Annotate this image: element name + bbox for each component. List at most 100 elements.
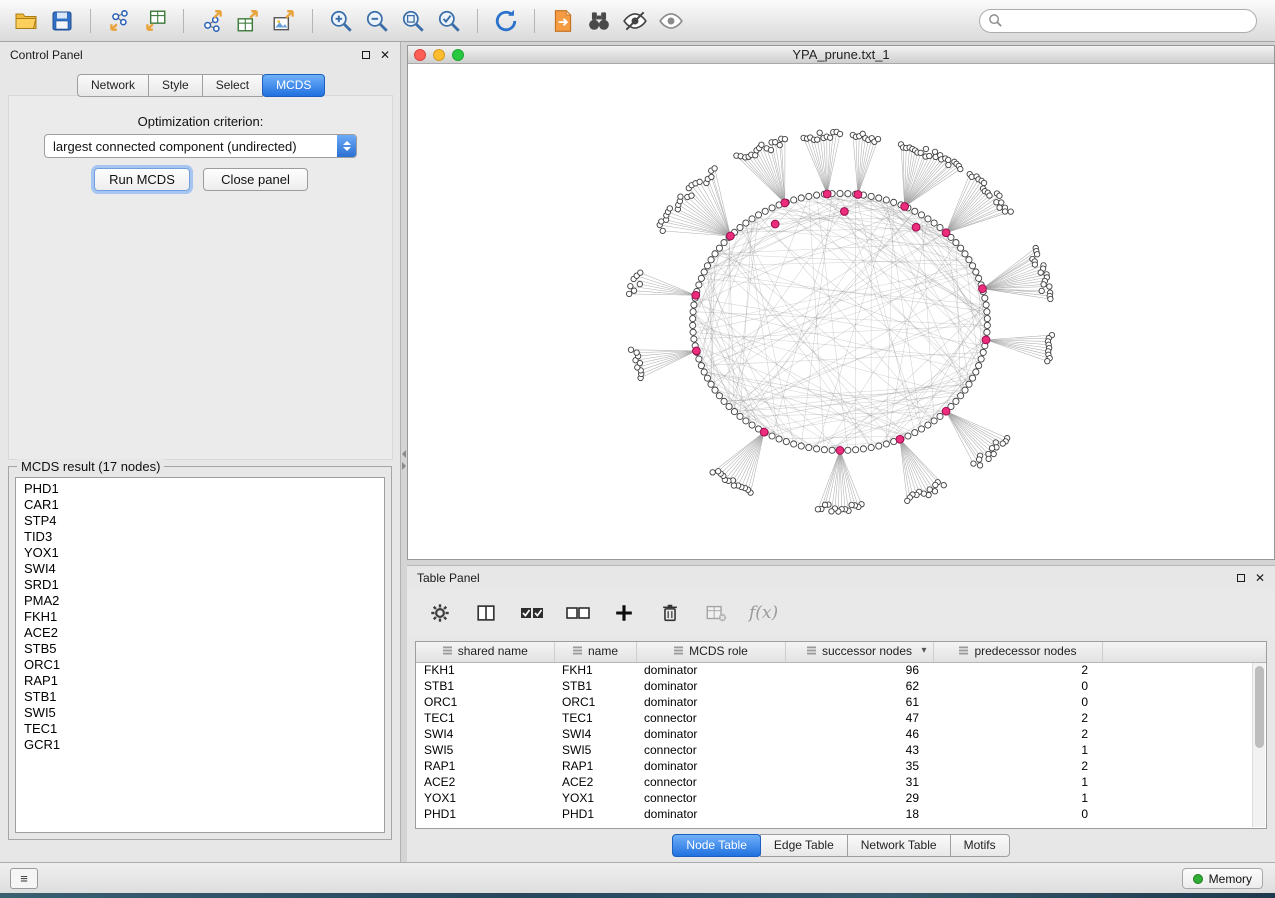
collapse-right-icon[interactable] [402,462,406,470]
tab-select[interactable]: Select [202,74,263,97]
tab-mcds[interactable]: MCDS [262,74,325,97]
list-item[interactable]: YOX1 [16,545,384,561]
columns-icon [475,602,497,624]
find-in-network-button[interactable] [583,5,615,37]
export-table-icon [235,8,261,34]
table-settings-button[interactable] [427,600,453,626]
panel-menu-button[interactable]: ≡ [10,868,38,889]
tab-network[interactable]: Network [77,74,149,97]
close-icon[interactable]: ✕ [1255,572,1265,584]
tab-network-table[interactable]: Network Table [847,834,951,857]
list-item[interactable]: RAP1 [16,673,384,689]
save-button[interactable] [46,5,78,37]
run-mcds-button[interactable]: Run MCDS [94,168,190,191]
unselect-all-button[interactable] [565,600,591,626]
table-row[interactable]: RAP1RAP1dominator352 [416,758,1266,774]
list-item[interactable]: PMA2 [16,593,384,609]
table-scrollbar[interactable] [1252,663,1265,827]
list-item[interactable]: SWI5 [16,705,384,721]
list-item[interactable]: ACE2 [16,625,384,641]
table-sort-icon [806,645,817,659]
function-builder-button[interactable]: f(x) [749,603,778,623]
list-item[interactable]: ORC1 [16,657,384,673]
column-header[interactable]: successor nodes▾ [785,642,933,662]
table-row[interactable]: PHD1PHD1dominator180 [416,806,1266,822]
refresh-layout-button[interactable] [490,5,522,37]
table-row[interactable]: STB1STB1dominator620 [416,678,1266,694]
criterion-value: largest connected component (undirected) [53,139,297,154]
zoom-in-button[interactable] [325,5,357,37]
list-item[interactable]: CAR1 [16,497,384,513]
zoom-fit-button[interactable] [397,5,429,37]
zoom-selected-button[interactable] [433,5,465,37]
list-item[interactable]: SWI4 [16,561,384,577]
floppy-disk-icon [50,9,74,33]
show-all-button[interactable] [655,5,687,37]
list-item[interactable]: FKH1 [16,609,384,625]
delete-table-icon [704,602,728,624]
optimization-criterion-label: Optimization criterion: [0,114,401,129]
list-item[interactable]: STP4 [16,513,384,529]
search-box[interactable] [979,9,1257,33]
scrollbar-thumb[interactable] [1255,666,1264,748]
list-item[interactable]: SRD1 [16,577,384,593]
table-row[interactable]: ACE2ACE2connector311 [416,774,1266,790]
show-column-button[interactable] [473,600,499,626]
control-panel: Control Panel ✕ NetworkStyleSelectMCDS O… [0,42,401,862]
table-row[interactable]: ORC1ORC1dominator610 [416,694,1266,710]
criterion-dropdown[interactable]: largest connected component (undirected) [44,134,357,158]
open-file-button[interactable] [10,5,42,37]
delete-column-button[interactable] [657,600,683,626]
column-header[interactable]: MCDS role [636,642,785,662]
hide-selected-button[interactable] [619,5,651,37]
memory-button[interactable]: Memory [1182,868,1263,889]
tab-node-table[interactable]: Node Table [672,834,761,857]
table-row[interactable]: FKH1FKH1dominator962 [416,662,1266,678]
document-share-icon [550,8,576,34]
main-toolbar [0,0,1275,42]
export-image-button[interactable] [268,5,300,37]
close-panel-button[interactable]: Close panel [203,168,308,191]
export-network-button[interactable] [196,5,228,37]
memory-label: Memory [1209,872,1252,886]
float-panel-icon[interactable] [1237,574,1245,582]
table-row[interactable]: SWI4SWI4dominator462 [416,726,1266,742]
export-document-button[interactable] [547,5,579,37]
import-table-button[interactable] [139,5,171,37]
tab-style[interactable]: Style [148,74,203,97]
toolbar-separator [477,9,478,33]
chevron-down-icon: ▾ [921,645,926,656]
zoom-out-button[interactable] [361,5,393,37]
table-row[interactable]: TEC1TEC1connector472 [416,710,1266,726]
panel-title: Table Panel [417,571,480,585]
create-column-button[interactable] [611,600,637,626]
table-row[interactable]: YOX1YOX1connector291 [416,790,1266,806]
table-row[interactable]: SWI5SWI5connector431 [416,742,1266,758]
control-tabs: NetworkStyleSelectMCDS [77,74,325,97]
tab-motifs[interactable]: Motifs [950,834,1010,857]
list-item[interactable]: GCR1 [16,737,384,753]
export-table-button[interactable] [232,5,264,37]
toolbar-separator [90,9,91,33]
list-item[interactable]: STB5 [16,641,384,657]
column-header[interactable]: name [554,642,636,662]
list-item[interactable]: TEC1 [16,721,384,737]
mcds-result-list[interactable]: PHD1CAR1STP4TID3YOX1SWI4SRD1PMA2FKH1ACE2… [15,477,385,833]
close-icon[interactable]: ✕ [380,49,390,61]
float-panel-icon[interactable] [362,51,370,59]
column-header[interactable]: shared name [416,642,554,662]
select-all-button[interactable] [519,600,545,626]
table-sort-icon [442,645,453,659]
desktop-background-strip [0,893,1275,898]
list-item[interactable]: STB1 [16,689,384,705]
import-network-button[interactable] [103,5,135,37]
list-item[interactable]: TID3 [16,529,384,545]
column-header[interactable]: predecessor nodes [933,642,1102,662]
tab-edge-table[interactable]: Edge Table [760,834,848,857]
delete-table-button[interactable] [703,600,729,626]
collapse-left-icon[interactable] [402,450,406,458]
network-canvas[interactable] [408,64,1274,559]
dropdown-stepper-icon [337,135,356,157]
search-input[interactable] [1003,13,1248,29]
list-item[interactable]: PHD1 [16,481,384,497]
